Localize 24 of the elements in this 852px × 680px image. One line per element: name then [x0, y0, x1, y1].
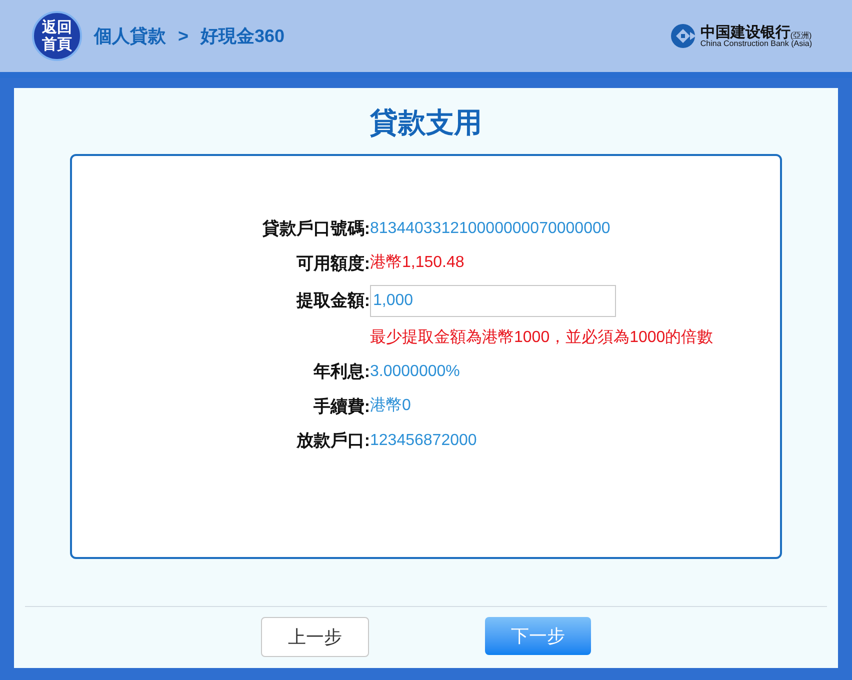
field-label: 可用額度:: [295, 252, 370, 274]
field-value: 港幣0: [370, 396, 411, 416]
home-button[interactable]: 返回 首頁: [32, 11, 82, 61]
field-value: 123456872000: [370, 430, 477, 451]
breadcrumb-separator: >: [178, 24, 189, 48]
next-button[interactable]: 下一步: [485, 617, 591, 655]
amount-field[interactable]: 1,000: [370, 285, 616, 317]
field-label: 放款戶口:: [295, 430, 370, 452]
field-value: 3.0000000%: [370, 362, 460, 382]
field-value: 港幣1,150.48: [370, 252, 464, 274]
field-value: 813440331210000000070000000: [370, 218, 610, 239]
hint-text: 最少提取金額為港幣1000，並必須為1000的倍數: [370, 328, 714, 348]
breadcrumb-link[interactable]: 好現金360: [200, 22, 285, 50]
logo-icon: [670, 23, 696, 49]
page-title: 貸款支用: [370, 106, 482, 140]
back-button[interactable]: 上一步: [261, 617, 369, 657]
field-label: 貸款戶口號碼:: [261, 218, 370, 240]
logo-name: 中国建设银行: [700, 24, 790, 40]
field-label: 提取金額:: [295, 290, 370, 312]
field-label: 年利息:: [312, 361, 370, 383]
breadcrumb-link[interactable]: 個人貸款: [94, 22, 166, 50]
field-label: 手續費:: [312, 396, 370, 418]
logo-english: China Construction Bank (Asia): [700, 40, 812, 48]
logo-suffix: (亞洲): [790, 32, 812, 40]
